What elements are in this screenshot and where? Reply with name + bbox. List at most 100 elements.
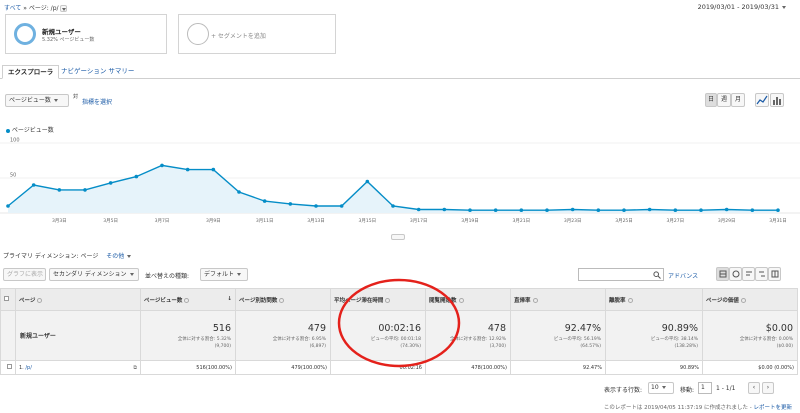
data-point[interactable] — [519, 208, 524, 212]
breadcrumb-dropdown[interactable] — [60, 5, 68, 12]
total-value: 479 — [307, 322, 326, 334]
data-point[interactable] — [724, 207, 729, 212]
table-view-icon[interactable] — [716, 267, 729, 281]
data-point[interactable] — [493, 208, 498, 212]
data-point[interactable] — [57, 188, 62, 192]
data-point[interactable] — [416, 207, 421, 212]
goto-label: 移動: — [680, 387, 695, 394]
row-value: 92.47% — [510, 360, 606, 375]
row-checkbox-cell[interactable] — [0, 360, 16, 375]
row-page-link[interactable]: /p/ — [25, 365, 32, 371]
next-page-button[interactable]: › — [762, 382, 774, 394]
data-point[interactable] — [83, 188, 87, 192]
pageviews-chart: 100 50 3月3日 3月5日 3月7日 3月9日 3月11日 3月13日 3月15日 3月17… — [0, 138, 800, 224]
date-range-picker[interactable]: 2019/03/01 - 2019/03/31 — [698, 3, 786, 11]
help-icon — [627, 297, 633, 303]
header-pageviews[interactable]: ページビュー数 ↓ — [140, 288, 236, 311]
rows-per-page-select[interactable]: 10 — [648, 382, 674, 394]
search-icon — [653, 271, 661, 279]
segment-card-new-users[interactable]: 新規ユーザー 5.32% ページビュー数 — [5, 14, 167, 54]
percentage-view-icon[interactable] — [729, 267, 742, 281]
chart-resize-handle[interactable] — [391, 234, 405, 240]
chevron-down-icon — [53, 99, 58, 102]
breadcrumb-page: ページ: /p/ — [28, 5, 59, 12]
data-point[interactable] — [134, 174, 139, 179]
data-point[interactable] — [185, 167, 190, 172]
data-point[interactable] — [314, 204, 318, 208]
data-point[interactable] — [211, 167, 216, 172]
segment-ring-icon — [14, 23, 36, 45]
select-metric-link[interactable]: 指標を選択 — [82, 97, 112, 106]
secondary-dimension-select[interactable]: セカンダリ ディメンション — [49, 268, 139, 281]
data-point[interactable] — [365, 179, 370, 184]
header-page[interactable]: ページ — [15, 288, 141, 311]
prev-page-button[interactable]: ‹ — [748, 382, 760, 394]
total-sub: (64.57%) — [580, 343, 601, 349]
tab-navigation-summary[interactable]: ナビゲーション サマリー — [56, 65, 139, 79]
data-point[interactable] — [262, 199, 267, 203]
data-point[interactable] — [699, 208, 703, 212]
x-tick-label: 3月17日 — [410, 218, 428, 224]
pivot-view-icon[interactable] — [768, 267, 781, 281]
primary-dimension-value: ページ — [80, 253, 99, 260]
data-point[interactable] — [108, 181, 113, 185]
x-tick-label: 3月23日 — [564, 218, 582, 224]
metric-select[interactable]: ページビュー数 — [5, 94, 69, 107]
data-point[interactable] — [391, 204, 395, 208]
header-label: 直帰率 — [514, 297, 531, 304]
advanced-filter-link[interactable]: アドバンス — [668, 271, 698, 280]
plot-rows-button[interactable]: グラフに表示 — [3, 268, 46, 281]
data-point[interactable] — [339, 204, 344, 208]
data-point[interactable] — [622, 208, 626, 212]
total-sub: 全体に対する割合: 0.00% — [739, 336, 793, 342]
header-bounce-rate[interactable]: 直帰率 — [510, 288, 606, 311]
x-tick-label: 3月3日 — [52, 218, 67, 224]
add-segment-card[interactable]: + セグメントを追加 — [178, 14, 336, 54]
primary-dimension-other[interactable]: その他 — [106, 253, 124, 260]
chart-legend: ページビュー数 — [6, 125, 54, 134]
day-button[interactable]: 日 — [705, 93, 717, 107]
month-button[interactable]: 月 — [731, 93, 745, 107]
x-tick-label: 3月19日 — [461, 218, 479, 224]
data-point[interactable] — [545, 208, 549, 212]
data-point[interactable] — [570, 207, 575, 212]
data-point[interactable] — [596, 208, 601, 212]
metric-select-value: ページビュー数 — [9, 97, 51, 104]
data-point[interactable] — [160, 163, 164, 168]
total-sub: 全体に対する割合: 5.32% — [177, 336, 231, 342]
data-point[interactable] — [750, 208, 755, 212]
data-point[interactable] — [468, 208, 472, 212]
copy-icon[interactable]: ⧉ — [133, 365, 137, 371]
data-point[interactable] — [647, 207, 652, 212]
goto-input[interactable]: 1 — [698, 382, 712, 394]
week-button[interactable]: 週 — [717, 93, 731, 107]
line-chart-icon[interactable] — [755, 93, 769, 107]
header-page-value[interactable]: ページの価値 — [702, 288, 798, 311]
data-point[interactable] — [31, 183, 36, 187]
select-all-cell[interactable] — [0, 288, 16, 311]
performance-view-icon[interactable] — [742, 267, 755, 281]
checkbox[interactable] — [7, 364, 12, 369]
tab-explorer[interactable]: エクスプローラ — [2, 65, 60, 79]
breadcrumb-all-link[interactable]: すべて — [4, 5, 21, 12]
total-sub: 全体に対する割合: 6.95% — [272, 336, 326, 342]
header-unique-pageviews[interactable]: ページ別訪問数 — [235, 288, 331, 311]
comparison-view-icon[interactable] — [755, 267, 768, 281]
data-point[interactable] — [6, 204, 10, 208]
data-point[interactable] — [442, 207, 447, 212]
total-sub: ($0.00) — [776, 343, 793, 349]
refresh-report-link[interactable]: レポートを更新 — [753, 405, 792, 411]
total-cell: 90.89% ビューの平均: 38.14% (138.28%) — [605, 310, 703, 361]
data-point[interactable] — [673, 208, 678, 212]
x-tick-label: 3月13日 — [307, 218, 325, 224]
data-point[interactable] — [237, 190, 241, 194]
total-value: 92.47% — [564, 322, 601, 334]
sort-select[interactable]: デフォルト — [200, 268, 248, 281]
table-search-input[interactable] — [578, 268, 664, 281]
header-exit-rate[interactable]: 離脱率 — [605, 288, 703, 311]
checkbox[interactable] — [4, 296, 9, 301]
chart-type-icon[interactable] — [770, 93, 784, 107]
data-point[interactable] — [288, 202, 293, 206]
row-value: 516(100.00%) — [140, 360, 236, 375]
data-point[interactable] — [776, 208, 780, 212]
